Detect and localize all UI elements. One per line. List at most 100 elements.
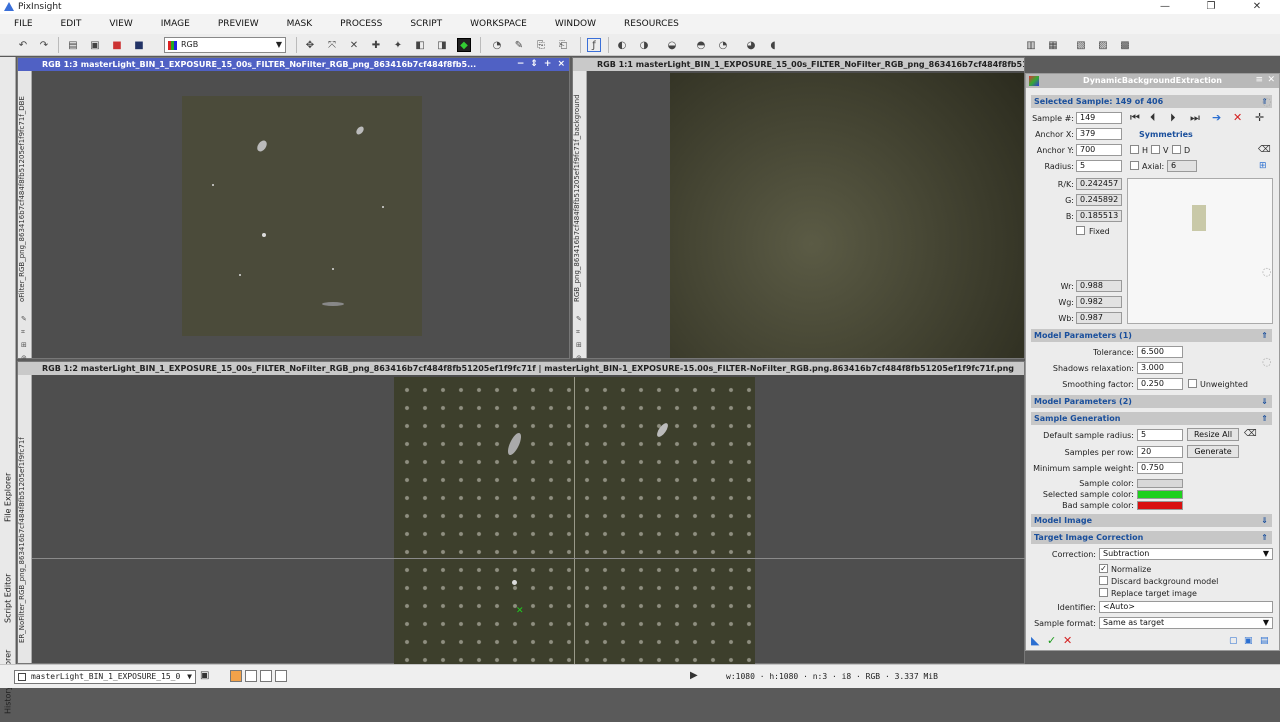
section-model-image[interactable]: Model Image ⇓: [1031, 514, 1272, 527]
minimize-window-icon[interactable]: −: [517, 58, 525, 71]
shadows-field[interactable]: 3.000: [1137, 362, 1183, 374]
mask-select-icon[interactable]: ◔: [716, 38, 730, 52]
zoom-fit-icon[interactable]: ⤧: [325, 38, 339, 52]
pan-icon[interactable]: ✥: [303, 38, 317, 52]
fit-icon[interactable]: ⊞: [21, 341, 29, 349]
menu-edit[interactable]: EDIT: [55, 19, 88, 29]
fixed-checkbox[interactable]: [1076, 226, 1085, 235]
rgb-channels-icon[interactable]: ■: [110, 38, 124, 52]
radius-field[interactable]: 5: [1076, 160, 1122, 172]
bad-color-swatch[interactable]: [1137, 501, 1183, 510]
tolerance-field[interactable]: 6.500: [1137, 346, 1183, 358]
image-window-original[interactable]: RGB 1:2 masterLight_BIN_1_EXPOSURE_15_00…: [17, 361, 1026, 665]
image-canvas-with-samples[interactable]: ✕: [394, 377, 755, 665]
play-icon[interactable]: ▶: [690, 670, 698, 682]
anchor-y-field[interactable]: 700: [1076, 144, 1122, 156]
sym-v-checkbox[interactable]: [1151, 145, 1160, 154]
strip-icon-3[interactable]: ◌: [1262, 356, 1272, 368]
view-selector[interactable]: masterLight_BIN_1_EXPOSURE_15_0 ▼: [14, 670, 196, 684]
shade-window-icon[interactable]: ⇕: [530, 58, 538, 71]
apply-icon[interactable]: ✓: [1047, 635, 1056, 647]
menu-script[interactable]: SCRIPT: [404, 19, 448, 29]
strip-icon-1[interactable]: ◌: [1262, 96, 1272, 108]
menu-image[interactable]: IMAGE: [155, 19, 196, 29]
menu-preview[interactable]: PREVIEW: [212, 19, 265, 29]
preferences-icon[interactable]: ▣: [1244, 635, 1253, 647]
identifier-field[interactable]: <Auto>: [1099, 601, 1273, 613]
previous-sample-icon[interactable]: ⏴: [1150, 112, 1156, 124]
resize-all-button[interactable]: Resize All: [1187, 428, 1239, 441]
screen-transfer-icon[interactable]: ▣: [88, 38, 102, 52]
redo-icon[interactable]: ↷: [37, 38, 51, 52]
mask-icon[interactable]: ✎: [21, 315, 29, 323]
fit-icon[interactable]: ⊞: [576, 341, 584, 349]
window-title[interactable]: RGB 1:1 masterLight_BIN_1_EXPOSURE_15_00…: [573, 58, 1024, 71]
menu-view[interactable]: VIEW: [103, 19, 138, 29]
correction-select[interactable]: Subtraction ▼: [1099, 548, 1273, 560]
smoothing-field[interactable]: 0.250: [1137, 378, 1183, 390]
menu-file[interactable]: FILE: [8, 19, 39, 29]
documentation-icon[interactable]: ▢: [1229, 635, 1238, 647]
zoom-in-icon[interactable]: ✚: [369, 38, 383, 52]
selected-sample-marker[interactable]: ✕: [516, 607, 524, 616]
stf-icon[interactable]: ◆: [457, 38, 471, 52]
delete-sample-icon[interactable]: ✕: [1233, 112, 1242, 124]
process-icon[interactable]: ƒ: [587, 38, 601, 52]
unweighted-checkbox[interactable]: [1188, 379, 1197, 388]
mask-show-icon[interactable]: ◑: [637, 38, 651, 52]
goto-sample-icon[interactable]: ➔: [1212, 112, 1221, 124]
mode-a-icon[interactable]: [230, 670, 242, 682]
channel-select[interactable]: RGB ▼: [164, 37, 286, 53]
image-window-background[interactable]: RGB 1:1 masterLight_BIN_1_EXPOSURE_15_00…: [572, 57, 1025, 362]
zoom-1-1-icon[interactable]: ✕: [347, 38, 361, 52]
tool-b-icon[interactable]: ◖: [766, 38, 780, 52]
sym-h-checkbox[interactable]: [1130, 145, 1139, 154]
selected-color-swatch[interactable]: [1137, 490, 1183, 499]
maximize-window-icon[interactable]: +: [544, 58, 552, 71]
layout-b-icon[interactable]: ▦: [1046, 38, 1060, 52]
menu-workspace[interactable]: WORKSPACE: [464, 19, 533, 29]
crop-icon[interactable]: ⌗: [576, 328, 584, 336]
section-target-correction[interactable]: Target Image Correction ⇑: [1031, 531, 1272, 544]
axial-checkbox[interactable]: [1130, 161, 1139, 170]
mask-enable-icon[interactable]: ◐: [615, 38, 629, 52]
preview-new-icon[interactable]: ◔: [490, 38, 504, 52]
dbe-title[interactable]: DynamicBackgroundExtraction: [1026, 74, 1279, 88]
undo-icon[interactable]: ↶: [16, 38, 30, 52]
mask-view-icon[interactable]: ◨: [435, 38, 449, 52]
tool-a-icon[interactable]: ◕: [744, 38, 758, 52]
last-sample-icon[interactable]: ⏭: [1190, 112, 1200, 124]
sample-color-swatch[interactable]: [1137, 479, 1183, 488]
cancel-icon[interactable]: ✕: [1063, 635, 1072, 647]
view-options-icon[interactable]: ▣: [200, 670, 209, 682]
section-sample-generation[interactable]: Sample Generation ⇑: [1031, 412, 1272, 425]
menu-mask[interactable]: MASK: [281, 19, 319, 29]
mask-icon[interactable]: ✎: [576, 315, 584, 323]
menu-window[interactable]: WINDOW: [549, 19, 602, 29]
sample-format-select[interactable]: Same as target ▼: [1099, 617, 1273, 629]
window-title[interactable]: RGB 1:2 masterLight_BIN_1_EXPOSURE_15_00…: [18, 362, 1024, 375]
layout-d-icon[interactable]: ▨: [1096, 38, 1110, 52]
section-model-params-1[interactable]: Model Parameters (1) ⇑: [1031, 329, 1272, 342]
samples-per-row-field[interactable]: 20: [1137, 446, 1183, 458]
shade-icon[interactable]: ≡: [1255, 75, 1263, 85]
min-weight-field[interactable]: 0.750: [1137, 462, 1183, 474]
section-model-params-2[interactable]: Model Parameters (2) ⇓: [1031, 395, 1272, 408]
image-info-icon[interactable]: ▤: [66, 38, 80, 52]
section-selected-sample[interactable]: Selected Sample: 149 of 406 ⇑: [1031, 95, 1272, 108]
menu-process[interactable]: PROCESS: [334, 19, 388, 29]
menu-resources[interactable]: RESOURCES: [618, 19, 685, 29]
generate-button[interactable]: Generate: [1187, 445, 1239, 458]
background-model-canvas[interactable]: [670, 73, 1024, 358]
zoom-out-icon[interactable]: ✦: [391, 38, 405, 52]
close-panel-icon[interactable]: ✕: [1267, 75, 1275, 85]
normalize-checkbox[interactable]: ✓: [1099, 564, 1108, 573]
maximize-button[interactable]: ❐: [1188, 0, 1234, 14]
color-swatch-icon[interactable]: ■: [132, 38, 146, 52]
next-sample-icon[interactable]: ⏵: [1170, 112, 1176, 124]
crop-icon[interactable]: ⌗: [21, 328, 29, 336]
first-sample-icon[interactable]: ⏮: [1130, 112, 1140, 124]
preview-edit-icon[interactable]: ✎: [512, 38, 526, 52]
mode-b-icon[interactable]: [245, 670, 257, 682]
layout-c-icon[interactable]: ▧: [1074, 38, 1088, 52]
